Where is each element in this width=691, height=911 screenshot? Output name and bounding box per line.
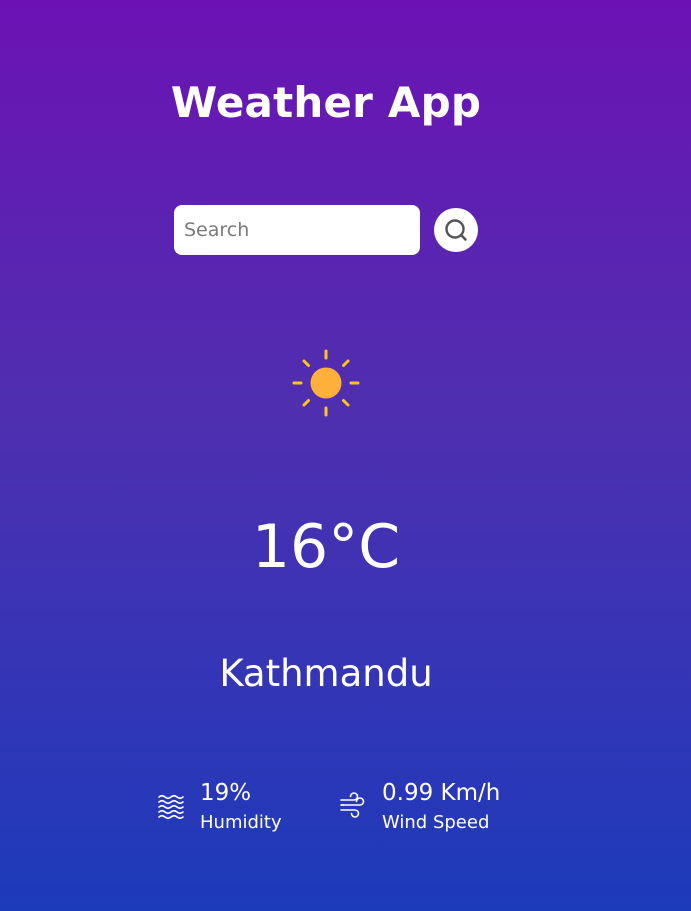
humidity-label: Humidity [200, 812, 282, 833]
temperature: 16°C [251, 512, 401, 582]
wind-icon [340, 792, 365, 818]
city-name: Kathmandu [219, 652, 433, 695]
page-title: Weather App [170, 78, 482, 127]
wind-detail: 0.99 Km/h Wind Speed [339, 778, 500, 838]
wind-value: 0.99 Km/h [382, 780, 501, 806]
wind-label: Wind Speed [382, 812, 490, 833]
sun-icon [292, 349, 360, 417]
search-icon [445, 219, 467, 241]
search-input[interactable] [174, 205, 420, 255]
humidity-detail: 19% Humidity [157, 778, 282, 838]
humidity-value: 19% [200, 780, 252, 806]
weather-app: Weather App 16°C Kathmandu [0, 0, 691, 911]
humidity-icon [158, 794, 184, 820]
search-button[interactable] [434, 208, 478, 252]
